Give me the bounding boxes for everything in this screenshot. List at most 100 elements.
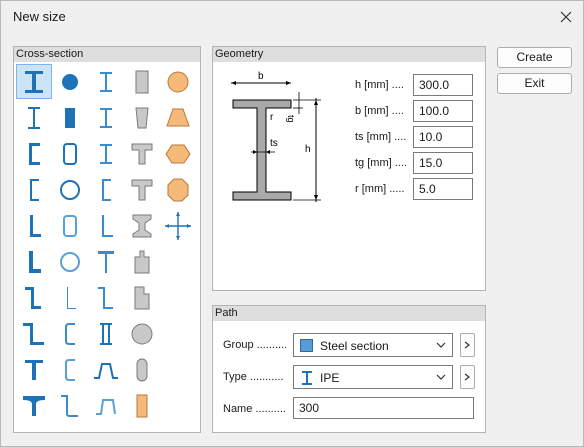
stadium-gray-icon	[136, 358, 148, 381]
cross-section-angle-thick-button[interactable]	[16, 244, 52, 279]
trapezoid-orange-icon	[166, 108, 190, 126]
type-dropdown[interactable]: IPE	[293, 365, 453, 389]
cross-section-t-gray-round-button[interactable]	[124, 172, 160, 207]
cross-section-angle-light-button[interactable]	[88, 208, 124, 243]
dim-h-label: h	[305, 144, 311, 155]
angle-icon	[30, 214, 41, 237]
rounded-rect-light-icon	[63, 214, 77, 237]
chevron-down-icon	[436, 374, 446, 380]
t-gray-icon	[131, 143, 153, 164]
cross-section-channel-button[interactable]	[16, 136, 52, 171]
cross-section-rect-orange-button[interactable]	[124, 388, 160, 423]
cross-section-i-beam-thin-button[interactable]	[88, 136, 124, 171]
plate-gray-icon	[134, 250, 150, 273]
channel-rounded-icon	[65, 322, 75, 345]
circle-orange-icon	[167, 71, 189, 92]
cross-section-trapezoid-gray-button[interactable]	[124, 100, 160, 135]
cross-section-i-beam-button[interactable]	[16, 64, 52, 99]
dim-b-label: b	[258, 71, 264, 82]
cross-section-rounded-rect-hollow-button[interactable]	[52, 136, 88, 171]
cross-section-t-gray-button[interactable]	[124, 136, 160, 171]
cross-section-plate-notch-gray-button[interactable]	[124, 280, 160, 315]
exit-button[interactable]: Exit	[497, 73, 572, 94]
cross-section-rect-gray-button[interactable]	[124, 64, 160, 99]
angle-light-icon	[102, 214, 113, 237]
cross-section-custom-dimension-button[interactable]	[160, 208, 196, 243]
field-h-input[interactable]	[413, 74, 473, 96]
cross-section-circle-solid-button[interactable]	[52, 64, 88, 99]
field-ts-input[interactable]	[413, 126, 473, 148]
cross-section-circle-light-button[interactable]	[52, 244, 88, 279]
field-b-label: b [mm] ....	[355, 105, 404, 117]
cross-section-circle-gray-button[interactable]	[124, 316, 160, 351]
cross-section-tee-button[interactable]	[16, 352, 52, 387]
cross-section-octagon-orange-button[interactable]	[160, 172, 196, 207]
cross-section-panel: Cross-section	[13, 46, 201, 433]
cross-section-tee-wide-button[interactable]	[16, 388, 52, 423]
trapezoid-light-icon	[96, 398, 116, 415]
cross-section-circle-hollow-button[interactable]	[52, 172, 88, 207]
new-size-dialog: New size Cross-section Geometry b h tg r…	[0, 0, 584, 447]
cross-section-tee-thin-button[interactable]	[88, 244, 124, 279]
cross-section-i-beam-narrow-button[interactable]	[16, 100, 52, 135]
name-input[interactable]	[293, 397, 474, 419]
field-r-input[interactable]	[413, 178, 473, 200]
cross-section-plate-gray-button[interactable]	[124, 244, 160, 279]
cross-section-i-beam-thin-button[interactable]	[88, 100, 124, 135]
name-label: Name ..........	[223, 403, 286, 415]
cross-section-rect-solid-button[interactable]	[52, 100, 88, 135]
cross-section-hexagon-orange-button[interactable]	[160, 136, 196, 171]
cross-section-title: Cross-section	[14, 47, 200, 62]
group-more-button[interactable]	[460, 333, 475, 357]
cross-section-trapezoid-hat-button[interactable]	[88, 352, 124, 387]
cross-section-angle-thin-button[interactable]	[52, 280, 88, 315]
cross-section-z-section-wide-button[interactable]	[16, 316, 52, 351]
cross-section-channel-light-button[interactable]	[88, 172, 124, 207]
field-b-input[interactable]	[413, 100, 473, 122]
dim-r-label: r	[270, 112, 274, 123]
cross-section-z-section-button[interactable]	[16, 280, 52, 315]
channel-icon	[29, 142, 40, 165]
title-bar: New size	[1, 1, 583, 33]
field-ts-label: ts [mm] ....	[355, 131, 407, 143]
trapezoid-gray-icon	[135, 107, 149, 128]
path-title: Path	[213, 306, 485, 321]
channel-light-icon	[102, 178, 111, 201]
angle-thin-icon	[67, 286, 76, 309]
type-more-button[interactable]	[460, 365, 475, 389]
t-gray-round-icon	[131, 179, 153, 200]
cross-section-trapezoid-light-button[interactable]	[88, 388, 124, 423]
cross-section-z-light-button[interactable]	[88, 280, 124, 315]
field-tg-input[interactable]	[413, 152, 473, 174]
field-r-label: r [mm] .....	[355, 183, 405, 195]
window-title: New size	[13, 9, 66, 24]
geometry-panel: Geometry b h tg r ts h [mm] .... 300.0 b…	[212, 46, 486, 291]
cross-section-channel-rounded-light-button[interactable]	[52, 352, 88, 387]
field-h-label: h [mm] ....	[355, 79, 404, 91]
cross-section-grid	[14, 62, 200, 432]
cross-section-i-gray-button[interactable]	[124, 208, 160, 243]
group-dropdown[interactable]: Steel section	[293, 333, 453, 357]
circle-hollow-icon	[60, 179, 80, 200]
group-label: Group ..........	[223, 339, 288, 351]
create-button[interactable]: Create	[497, 47, 572, 68]
circle-solid-icon	[62, 73, 78, 90]
trapezoid-hat-icon	[94, 362, 118, 379]
cross-section-i-hollow-button[interactable]	[88, 316, 124, 351]
close-button[interactable]	[555, 6, 577, 28]
cross-section-channel-rounded-button[interactable]	[52, 316, 88, 351]
rounded-rect-hollow-icon	[63, 142, 77, 165]
i-hollow-icon	[100, 322, 112, 345]
cross-section-angle-button[interactable]	[16, 208, 52, 243]
cross-section-rounded-rect-light-button[interactable]	[52, 208, 88, 243]
cross-section-i-beam-thin-button[interactable]	[88, 64, 124, 99]
cross-section-channel-thin-button[interactable]	[16, 172, 52, 207]
plate-notch-gray-icon	[134, 286, 150, 309]
cross-section-trapezoid-orange-button[interactable]	[160, 100, 196, 135]
cross-section-circle-orange-button[interactable]	[160, 64, 196, 99]
i-beam-diagram: b h tg r ts	[231, 71, 321, 202]
steel-section-icon	[300, 339, 313, 352]
cross-section-stadium-gray-button[interactable]	[124, 352, 160, 387]
rect-solid-icon	[65, 107, 75, 128]
cross-section-z-curved-button[interactable]	[52, 388, 88, 423]
